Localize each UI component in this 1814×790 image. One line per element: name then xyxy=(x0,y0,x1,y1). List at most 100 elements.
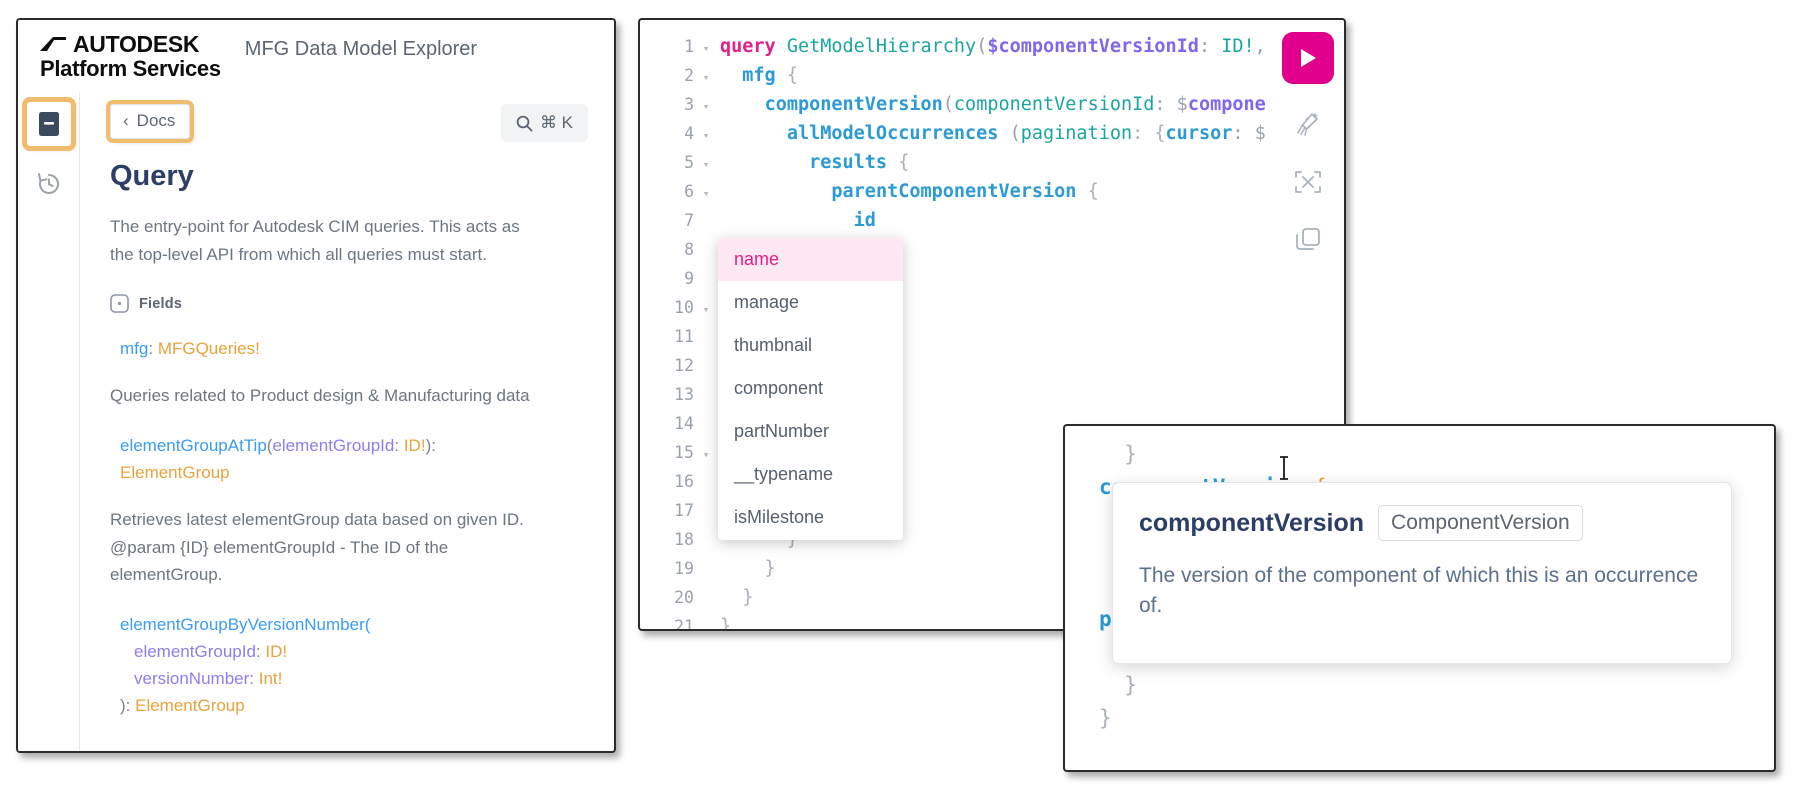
fold-toggle-icon[interactable]: ▾ xyxy=(698,179,714,208)
code-line[interactable]: 1 ▾ query GetModelHierarchy($componentVers… xyxy=(640,32,1344,61)
field-name[interactable]: elementGroupAtTip xyxy=(120,436,267,455)
docs-content: ‹ Docs ⌘ K Query The entry-point for Aut… xyxy=(80,92,614,751)
paren-open: ( xyxy=(364,614,371,634)
field-name[interactable]: elementGroupByVersionNumber xyxy=(120,615,365,634)
autocomplete-item[interactable]: __typename xyxy=(718,453,903,496)
line-number: 21 xyxy=(674,617,694,629)
return-type[interactable]: ElementGroup xyxy=(135,696,245,715)
code-token: results xyxy=(809,152,888,173)
autodesk-logo-mark xyxy=(40,36,66,51)
field-signature[interactable]: mfg: MFGQueries! xyxy=(120,335,550,362)
history-icon xyxy=(37,173,59,194)
argument-type[interactable]: Int! xyxy=(259,669,283,688)
code-token: parentComponentVersion xyxy=(831,181,1077,202)
code-line-text: } xyxy=(714,612,731,629)
fold-toggle-icon[interactable]: ▾ xyxy=(698,92,714,121)
code-token: ( xyxy=(976,36,988,57)
argument-colon: : xyxy=(394,435,400,455)
line-number: 8 xyxy=(684,240,694,259)
code-line[interactable]: 2 ▾ mfg { xyxy=(640,61,1344,90)
fold-toggle-icon[interactable]: ▾ xyxy=(698,63,714,92)
fold-toggle-icon[interactable]: ▾ xyxy=(698,440,714,469)
book-icon xyxy=(38,112,59,136)
search-button[interactable]: ⌘ K xyxy=(500,104,588,142)
broom-icon xyxy=(1297,112,1319,136)
prettify-query-button[interactable] xyxy=(1290,106,1326,142)
docs-page-heading: Query xyxy=(110,160,194,192)
merge-fragments-button[interactable] xyxy=(1290,164,1326,200)
code-token: : $ xyxy=(1232,123,1266,144)
code-line[interactable]: } xyxy=(1099,702,1774,735)
code-token: : xyxy=(1198,36,1222,57)
sidebar-item-history[interactable] xyxy=(27,162,71,206)
field-type[interactable]: MFGQueries! xyxy=(158,339,260,358)
code-line-text: componentVersion(componentVersionId: $co… xyxy=(714,90,1266,119)
code-line[interactable]: 5 ▾ results { xyxy=(640,148,1344,177)
code-token: } xyxy=(1099,673,1137,697)
paren-close: ): xyxy=(425,435,436,455)
code-token: { xyxy=(775,65,798,86)
back-to-docs-label: Docs xyxy=(136,111,176,130)
docs-window: AUTODESK Platform Services MFG Data Mode… xyxy=(16,18,616,753)
code-line[interactable]: } xyxy=(1099,669,1774,702)
fields-section-header[interactable]: Fields xyxy=(110,294,588,313)
field-signature[interactable]: elementGroupByVersionNumber( elementGrou… xyxy=(120,611,550,720)
autocomplete-item[interactable]: partNumber xyxy=(718,410,903,453)
field-signature[interactable]: elementGroupAtTip(elementGroupId: ID!): … xyxy=(120,432,550,486)
line-number: 15 xyxy=(674,443,694,462)
fold-toggle-icon[interactable]: ▾ xyxy=(698,34,714,63)
code-token: } xyxy=(1099,442,1137,466)
code-token: } xyxy=(720,558,776,579)
code-token: { xyxy=(1076,181,1099,202)
collapse-icon xyxy=(110,294,129,313)
search-shortcut-label: ⌘ K xyxy=(539,113,573,132)
code-token: : $ xyxy=(1154,94,1188,115)
sidebar-item-docs[interactable] xyxy=(21,97,76,151)
code-token: GetModelHierarchy xyxy=(786,36,977,57)
app-header: AUTODESK Platform Services MFG Data Mode… xyxy=(18,20,614,92)
argument-colon: : xyxy=(255,641,261,661)
code-line[interactable]: 4 ▾ allModelOccurrences (pagination: {cur… xyxy=(640,119,1344,148)
line-number: 6 xyxy=(684,182,694,201)
fold-toggle-icon[interactable]: ▾ xyxy=(698,295,714,324)
code-token: query xyxy=(720,36,787,57)
copy-query-button[interactable] xyxy=(1290,222,1326,258)
hover-field-type[interactable]: ComponentVersion xyxy=(1378,505,1583,541)
line-number: 3 xyxy=(684,95,694,114)
code-line-text: results { xyxy=(714,148,909,177)
code-line-text: allModelOccurrences (pagination: {cursor… xyxy=(714,119,1266,148)
autocomplete-item[interactable]: component xyxy=(718,367,903,410)
code-line[interactable]: 6 ▾ parentComponentVersion { xyxy=(640,177,1344,206)
line-number: 18 xyxy=(674,530,694,549)
code-token: , xyxy=(1254,36,1266,57)
line-number: 7 xyxy=(684,211,694,230)
autocomplete-item[interactable]: thumbnail xyxy=(718,324,903,367)
autocomplete-item[interactable]: isMilestone xyxy=(718,496,903,539)
autocomplete-item[interactable]: name xyxy=(718,238,903,281)
code-line[interactable]: 7 id xyxy=(640,206,1344,235)
argument-type[interactable]: ID! xyxy=(265,642,287,661)
fold-toggle-icon[interactable]: ▾ xyxy=(698,150,714,179)
argument-name: versionNumber xyxy=(134,669,250,689)
line-number: 5 xyxy=(684,153,694,172)
code-line[interactable]: } xyxy=(1099,438,1774,471)
code-line[interactable]: 3 ▾ componentVersion(componentVersionId: … xyxy=(640,90,1344,119)
line-number: 16 xyxy=(674,472,694,491)
line-number: 2 xyxy=(684,66,694,85)
autocomplete-dropdown[interactable]: name manage thumbnail component partNumber __… xyxy=(718,238,903,540)
argument-name: elementGroupId xyxy=(134,641,256,661)
line-number: 14 xyxy=(674,414,694,433)
line-number: 13 xyxy=(674,385,694,404)
argument-type[interactable]: ID! xyxy=(404,436,426,455)
fold-toggle-icon[interactable]: ▾ xyxy=(698,121,714,150)
back-to-docs-button[interactable]: ‹ Docs xyxy=(105,100,195,143)
line-number: 20 xyxy=(674,588,694,607)
return-type[interactable]: ElementGroup xyxy=(120,463,230,482)
code-token: ( xyxy=(998,123,1021,144)
autocomplete-item[interactable]: manage xyxy=(718,281,903,324)
execute-query-button[interactable] xyxy=(1282,32,1334,84)
